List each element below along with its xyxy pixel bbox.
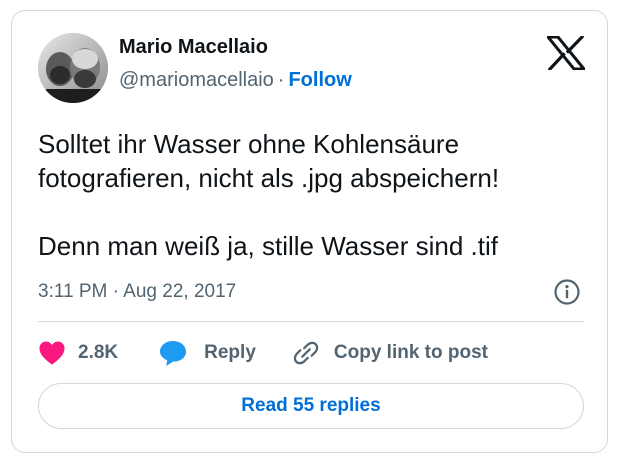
x-logo-icon[interactable] [544,34,588,72]
copy-link-button[interactable]: Copy link to post [292,339,488,367]
heart-icon [39,341,65,365]
tweet-card: Mario Macellaio @mariomacellaio · Follow S… [11,10,608,453]
link-icon [293,341,319,365]
read-replies-button[interactable]: Read 55 replies [38,383,584,429]
timestamp-link[interactable]: 3:11 PM · Aug 22, 2017 [38,281,236,303]
tweet-text-line: fotografieren, nicht als .jpg abspeicher… [38,163,500,193]
reply-label: Reply [204,342,256,363]
copy-link-label: Copy link to post [333,342,488,363]
action-bar: 2.8K Reply Copy link to post [38,337,488,369]
speech-bubble-icon [160,341,187,366]
read-replies-label: Read 55 replies [241,395,381,416]
like-count: 2.8K [78,342,119,363]
author-handle[interactable]: @mariomacellaio [119,69,274,91]
separator-dot: · [277,69,285,91]
reply-button[interactable]: Reply [158,339,256,367]
tweet-text-line: Denn man weiß ja, stille Wasser sind .ti… [38,231,498,261]
info-icon[interactable] [553,278,581,306]
follow-button[interactable]: Follow [288,69,351,91]
tweet-text: Solltet ihr Wasser ohne Kohlensäure foto… [38,127,588,263]
author-handle-row: @mariomacellaio · Follow [119,69,352,92]
author-name[interactable]: Mario Macellaio [119,36,268,59]
tweet-text-line: Solltet ihr Wasser ohne Kohlensäure [38,129,460,159]
like-button[interactable]: 2.8K [38,340,118,366]
avatar[interactable] [38,33,108,103]
divider [38,321,584,322]
